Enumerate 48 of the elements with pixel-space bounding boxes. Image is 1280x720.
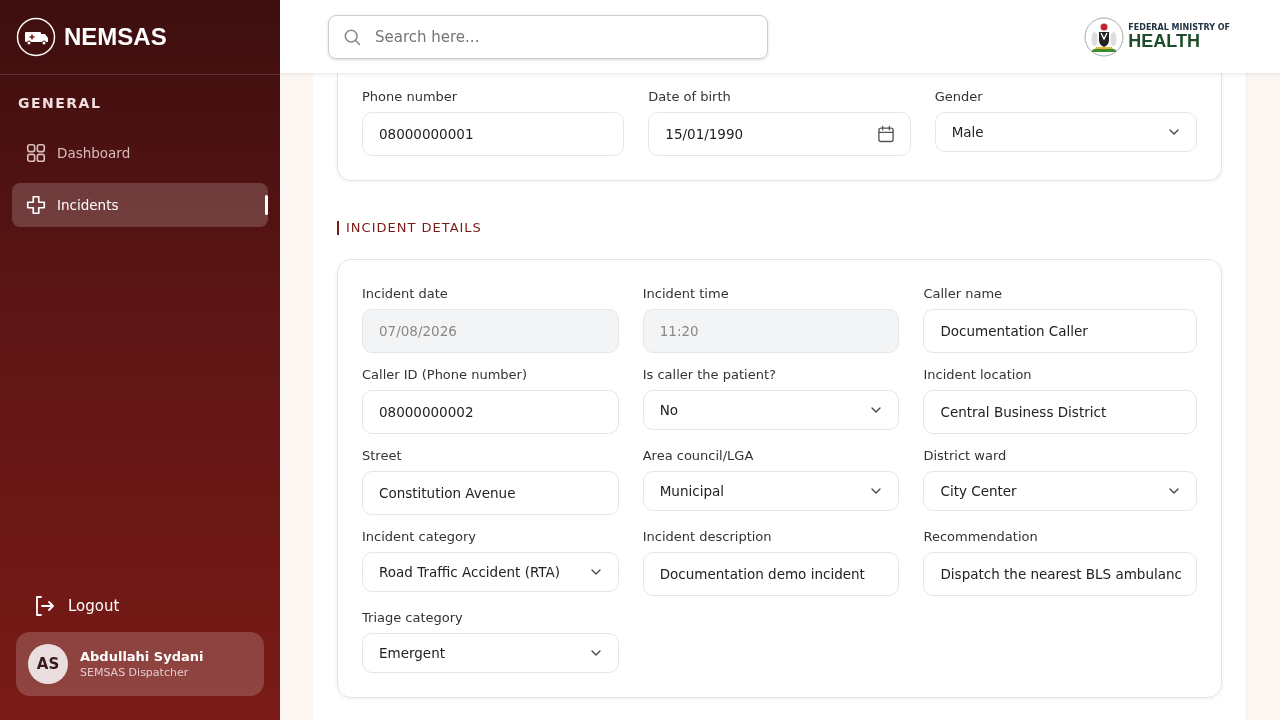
field-label: Is caller the patient? [642,367,777,382]
field-label: Phone number [362,89,459,104]
section-title: INCIDENT DETAILS [337,221,482,235]
user-card[interactable]: AS Abdullahi Sydani SEMSAS Dispatcher [16,632,264,696]
field-label: Incident time [642,286,730,301]
grid-icon [25,142,47,164]
field-label: Gender [934,89,984,104]
field-label: Incident description [642,529,773,544]
field-label: Incident date [362,286,449,301]
logout-button[interactable]: Logout [32,594,120,618]
date-field[interactable]: 15/01/1990 [648,112,911,156]
field-label: Area council/LGA [642,448,755,463]
select-field[interactable]: No [642,390,900,430]
select-field[interactable]: Municipal [642,471,900,511]
ministry-name: FEDERAL MINISTRY OF [1128,23,1230,32]
input-field[interactable]: Documentation Caller [923,309,1197,353]
sidebar-item[interactable]: Incidents [12,183,268,227]
section-heading: GENERAL [18,95,103,111]
select-field[interactable]: City Center [923,471,1197,511]
input-field[interactable]: 08000000001 [362,112,625,156]
brand-name: NEMSAS [64,23,167,51]
field-label: Triage category [362,610,464,625]
input-field[interactable]: 08000000002 [362,390,619,434]
ministry-title: HEALTH [1128,32,1201,50]
field-label: Caller ID (Phone number) [362,367,528,382]
coat-of-arms-icon [1084,16,1125,57]
search-field[interactable]: Search here... [328,14,768,59]
calendar-icon [875,124,896,144]
input-field[interactable]: Dispatch the nearest BLS ambulanc [923,552,1197,596]
sidebar-item[interactable]: Dashboard [12,131,268,175]
field-label: District ward [923,448,1008,463]
select-field[interactable]: Emergent [362,633,619,673]
field-label: Caller name [923,286,1004,301]
ambulance-logo-icon [16,17,56,57]
field-label: Date of birth [648,89,732,104]
user-name: Abdullahi Sydani [80,649,204,664]
input-field[interactable]: Constitution Avenue [362,471,619,515]
select-field[interactable]: Road Traffic Accident (RTA) [362,552,619,592]
input-field[interactable]: Documentation demo incident [642,552,900,596]
field-label: Recommendation [923,529,1039,544]
field-label: Street [362,448,403,463]
field-label: Incident location [923,367,1033,382]
select-field[interactable]: Male [934,112,1197,152]
user-role: SEMSAS Dispatcher [80,666,190,679]
cross-icon [25,194,47,216]
field-label: Incident category [362,529,477,544]
input-field[interactable]: Central Business District [923,390,1197,434]
avatar: AS [28,644,68,684]
